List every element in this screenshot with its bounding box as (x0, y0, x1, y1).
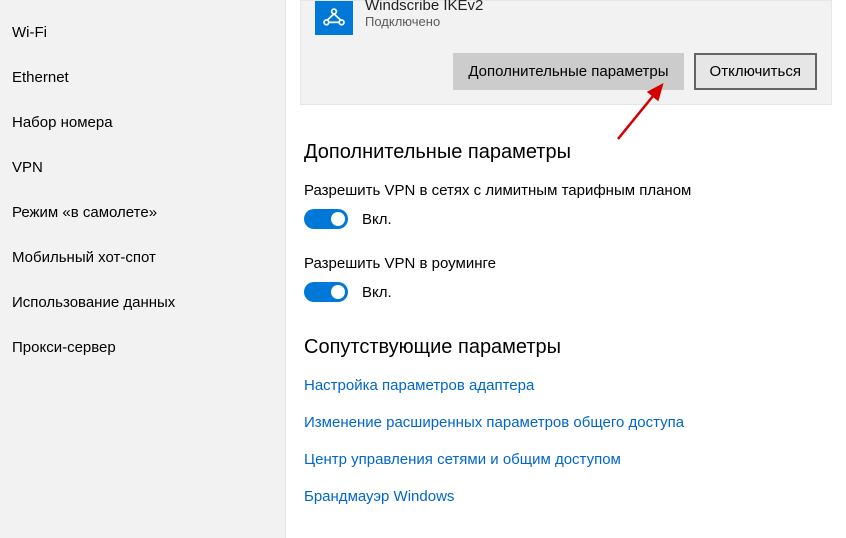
link-advanced-sharing[interactable]: Изменение расширенных параметров общего … (304, 414, 828, 431)
sidebar-item-wifi[interactable]: Wi-Fi (0, 10, 285, 55)
disconnect-button[interactable]: Отключиться (694, 53, 817, 90)
sidebar-item-label: Набор номера (12, 114, 113, 131)
setting-label: Разрешить VPN в сетях с лимитным тарифны… (304, 182, 828, 199)
advanced-options-button[interactable]: Дополнительные параметры (453, 53, 683, 90)
related-settings-section: Сопутствующие параметры Настройка параме… (286, 336, 846, 505)
sidebar-item-hotspot[interactable]: Мобильный хот-спот (0, 235, 285, 280)
settings-sidebar: Wi-Fi Ethernet Набор номера VPN Режим «в… (0, 0, 286, 538)
link-adapter-options[interactable]: Настройка параметров адаптера (304, 377, 828, 394)
advanced-options-section: Дополнительные параметры Разрешить VPN в… (286, 141, 846, 302)
setting-vpn-metered: Разрешить VPN в сетях с лимитным тарифны… (304, 182, 828, 229)
sidebar-item-ethernet[interactable]: Ethernet (0, 55, 285, 100)
main-panel: Windscribe IKEv2 Подключено Дополнительн… (286, 0, 846, 538)
sidebar-item-label: Wi-Fi (12, 24, 47, 41)
vpn-connection-status: Подключено (365, 14, 483, 29)
vpn-header: Windscribe IKEv2 Подключено (315, 1, 817, 35)
vpn-connection-card: Windscribe IKEv2 Подключено Дополнительн… (300, 0, 832, 105)
sidebar-item-label: Ethernet (12, 69, 69, 86)
vpn-connection-name: Windscribe IKEv2 (365, 0, 483, 14)
sidebar-item-label: VPN (12, 159, 43, 176)
related-settings-heading: Сопутствующие параметры (304, 336, 828, 359)
sidebar-item-label: Использование данных (12, 294, 175, 311)
sidebar-item-airplane[interactable]: Режим «в самолете» (0, 190, 285, 235)
sidebar-item-data-usage[interactable]: Использование данных (0, 280, 285, 325)
sidebar-item-vpn[interactable]: VPN (0, 145, 285, 190)
link-network-center[interactable]: Центр управления сетями и общим доступом (304, 451, 828, 468)
advanced-options-heading: Дополнительные параметры (304, 141, 828, 164)
sidebar-item-proxy[interactable]: Прокси-сервер (0, 325, 285, 370)
setting-vpn-roaming: Разрешить VPN в роуминге Вкл. (304, 255, 828, 302)
sidebar-item-label: Режим «в самолете» (12, 204, 157, 221)
sidebar-item-dialup[interactable]: Набор номера (0, 100, 285, 145)
toggle-vpn-metered[interactable] (304, 209, 348, 229)
sidebar-item-label: Мобильный хот-спот (12, 249, 156, 266)
sidebar-item-label: Прокси-сервер (12, 339, 116, 356)
vpn-network-icon (315, 1, 353, 35)
link-windows-firewall[interactable]: Брандмауэр Windows (304, 488, 828, 505)
toggle-state-text: Вкл. (362, 284, 392, 301)
toggle-vpn-roaming[interactable] (304, 282, 348, 302)
setting-label: Разрешить VPN в роуминге (304, 255, 828, 272)
toggle-state-text: Вкл. (362, 211, 392, 228)
vpn-actions: Дополнительные параметры Отключиться (315, 53, 817, 90)
